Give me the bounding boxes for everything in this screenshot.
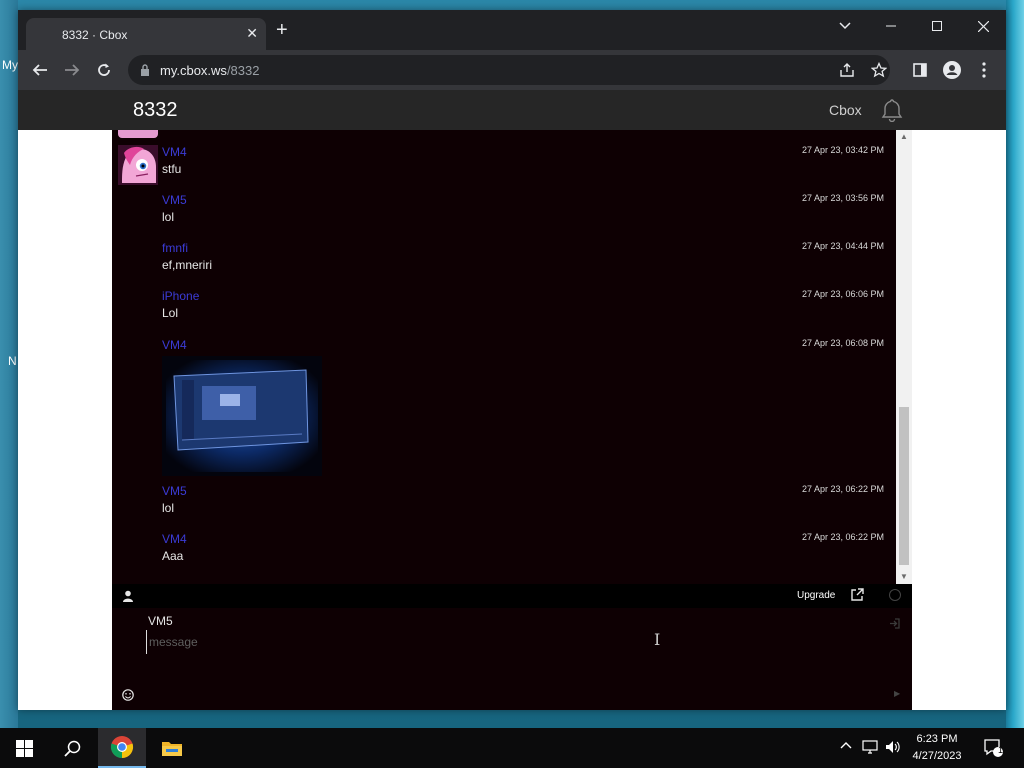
message-input[interactable] (146, 630, 851, 654)
browser-titlebar: 8332 · Cbox ✕ + (18, 10, 1006, 50)
reload-button[interactable] (92, 58, 116, 82)
browser-toolbar: my.cbox.ws/8332 (18, 50, 1006, 90)
tab-search-chevron-icon[interactable] (822, 10, 868, 42)
lock-icon[interactable] (140, 63, 150, 81)
message-timestamp: 27 Apr 23, 06:22 PM (801, 484, 884, 494)
message-username[interactable]: VM4 (162, 145, 187, 159)
message-text: lol (162, 210, 175, 224)
clock-time: 6:23 PM (916, 733, 958, 745)
bookmark-star-icon[interactable] (870, 61, 888, 79)
browser-menu-icon[interactable] (972, 58, 996, 82)
message-username[interactable]: fmnfi (162, 241, 188, 255)
emoji-icon[interactable] (122, 688, 134, 706)
avatar (118, 130, 158, 138)
message-text: lol (162, 501, 175, 515)
message-username[interactable]: VM5 (162, 484, 187, 498)
show-hidden-icons-chevron-icon[interactable] (840, 740, 852, 752)
cbox-brand-link[interactable]: Cbox (829, 102, 862, 118)
search-icon[interactable] (48, 728, 96, 768)
start-button[interactable] (0, 728, 48, 768)
message-timestamp: 27 Apr 23, 06:22 PM (801, 532, 884, 542)
page-title: 8332 (133, 99, 178, 121)
message-list[interactable]: VM4 stfu 27 Apr 23, 03:42 PM VM5 lol 27 … (112, 130, 896, 584)
message-username[interactable]: VM4 (162, 532, 187, 546)
new-tab-button[interactable]: + (276, 20, 288, 40)
chat-box: VM4 stfu 27 Apr 23, 03:42 PM VM5 lol 27 … (112, 130, 912, 710)
message-composer: VM5 I ▶ (112, 608, 912, 710)
message-scrollbar[interactable]: ▲ ▼ (896, 130, 912, 584)
tab-title: 8332 · Cbox (62, 28, 128, 42)
message-text: Lol (162, 306, 179, 320)
browser-tab[interactable]: 8332 · Cbox ✕ (26, 18, 266, 50)
text-cursor-icon: I (654, 630, 661, 649)
profile-icon[interactable] (940, 58, 964, 82)
status-indicator (889, 589, 901, 601)
desktop-wallpaper-right (1006, 0, 1024, 728)
scroll-up-arrow-icon[interactable]: ▲ (900, 132, 908, 141)
desktop-icon-label[interactable]: N (8, 354, 17, 368)
minimize-button[interactable] (868, 10, 914, 42)
bell-icon[interactable] (880, 98, 904, 127)
message-text: stfu (162, 162, 182, 176)
scrollbar-thumb[interactable] (899, 407, 909, 565)
forward-button[interactable] (60, 58, 84, 82)
system-clock[interactable]: 6:23 PM 4/27/2023 (906, 731, 968, 765)
avatar (118, 145, 158, 185)
sign-in-icon[interactable] (889, 616, 900, 634)
volume-icon[interactable] (885, 740, 901, 757)
upgrade-link[interactable]: Upgrade (797, 590, 835, 601)
clock-date: 4/27/2023 (912, 750, 962, 762)
message-text: Aaa (162, 549, 184, 563)
popout-icon[interactable] (851, 588, 864, 606)
address-bar[interactable]: my.cbox.ws/8332 (128, 55, 890, 85)
chat-toolbar: Upgrade (112, 584, 912, 608)
taskbar: 6:23 PM 4/27/2023 1 (0, 728, 1024, 768)
browser-window: 8332 · Cbox ✕ + my.cbox.ws/8332 8332 Cbo… (18, 10, 1006, 710)
user-icon[interactable] (122, 589, 134, 607)
message-image[interactable] (162, 356, 322, 476)
site-header: 8332 Cbox (18, 90, 1006, 130)
share-icon[interactable] (838, 61, 856, 79)
close-window-button[interactable] (960, 10, 1006, 42)
message-timestamp: 27 Apr 23, 03:42 PM (801, 145, 884, 155)
url-text: my.cbox.ws/8332 (160, 63, 260, 78)
composer-username[interactable]: VM5 (148, 614, 173, 628)
chrome-taskbar-icon[interactable] (98, 728, 146, 768)
message-username[interactable]: VM5 (162, 193, 187, 207)
file-explorer-icon[interactable] (148, 728, 196, 768)
message-text: ef,mneriri (162, 258, 213, 272)
desktop-icon-label[interactable]: My (2, 58, 18, 72)
message-timestamp: 27 Apr 23, 06:08 PM (801, 338, 884, 348)
message-timestamp: 27 Apr 23, 06:06 PM (801, 289, 884, 299)
notification-count-badge: 1 (998, 745, 1004, 755)
message-timestamp: 27 Apr 23, 03:56 PM (801, 193, 884, 203)
side-panel-icon[interactable] (908, 58, 932, 82)
back-button[interactable] (28, 58, 52, 82)
scroll-down-arrow-icon[interactable]: ▼ (900, 572, 908, 581)
tab-close-icon[interactable]: ✕ (246, 25, 258, 42)
message-timestamp: 27 Apr 23, 04:44 PM (801, 241, 884, 251)
notification-center-icon[interactable]: 1 (972, 728, 1016, 768)
send-arrow-icon[interactable]: ▶ (894, 689, 900, 698)
page-content: 8332 Cbox VM4 stfu 27 Apr 23, 03:42 PM V… (18, 90, 1006, 710)
message-username[interactable]: VM4 (162, 338, 187, 352)
message-username[interactable]: iPhone (162, 289, 199, 303)
network-icon[interactable] (862, 740, 878, 757)
maximize-button[interactable] (914, 10, 960, 42)
